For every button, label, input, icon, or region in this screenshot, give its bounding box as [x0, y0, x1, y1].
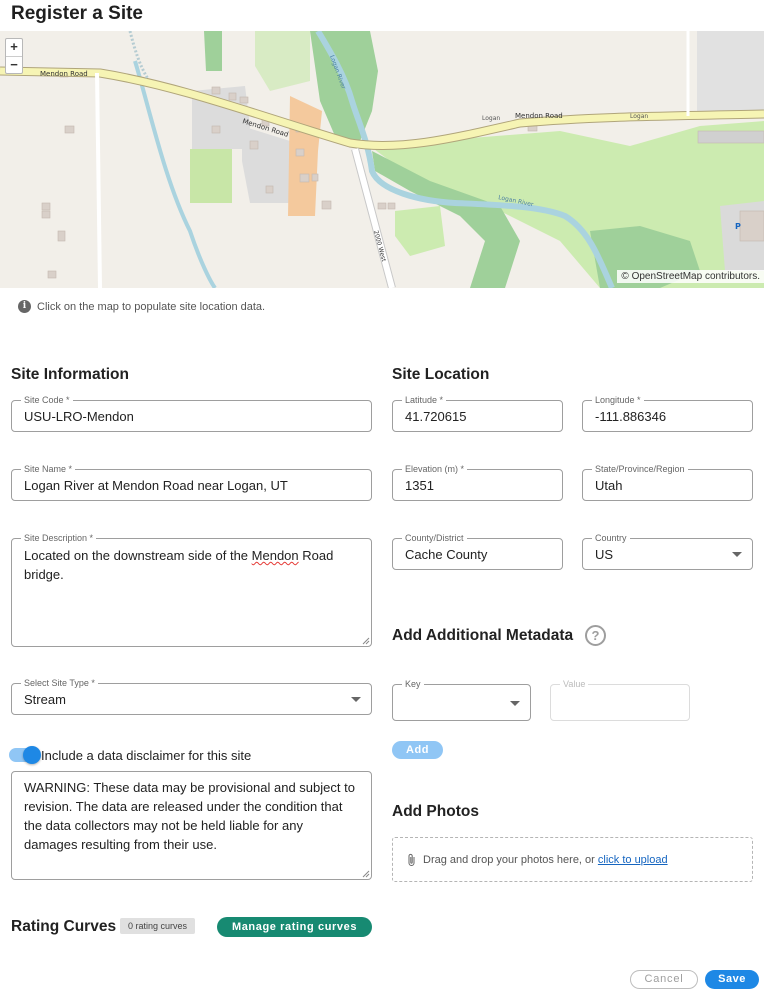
- page-title: Register a Site: [11, 3, 143, 24]
- disclaimer-textarea[interactable]: WARNING: These data may be provisional a…: [11, 771, 372, 880]
- metadata-heading: Add Additional Metadata: [392, 627, 574, 644]
- dropzone-text: Drag and drop your photos here, or: [423, 853, 598, 866]
- map-hint: i Click on the map to populate site loca…: [18, 300, 265, 313]
- zoom-out-button[interactable]: −: [6, 56, 22, 73]
- map-attribution: © OpenStreetMap contributors.: [617, 270, 764, 283]
- site-location-heading: Site Location: [392, 366, 490, 383]
- paperclip-icon: [408, 853, 415, 866]
- disclaimer-toggle-label: Include a data disclaimer for this site: [41, 748, 252, 763]
- toggle-knob: [23, 746, 41, 764]
- cancel-button[interactable]: Cancel: [630, 970, 698, 989]
- longitude-value[interactable]: -111.886346: [595, 401, 740, 431]
- site-type-select[interactable]: Select Site Type * Stream: [11, 678, 372, 715]
- disclaimer-toggle[interactable]: [9, 746, 41, 764]
- site-description-field[interactable]: Site Description * Located on the downst…: [11, 533, 372, 647]
- country-value: US: [595, 546, 614, 562]
- state-value[interactable]: Utah: [595, 470, 740, 500]
- rating-curves-heading: Rating Curves: [11, 918, 117, 935]
- chevron-down-icon: [732, 552, 742, 557]
- country-select[interactable]: Country US: [582, 533, 753, 570]
- save-button[interactable]: Save: [705, 970, 759, 989]
- resize-handle-icon[interactable]: [362, 870, 370, 878]
- county-field[interactable]: County/District Cache County: [392, 533, 563, 570]
- map-hint-text: Click on the map to populate site locati…: [37, 300, 266, 313]
- map-label: Logan: [482, 115, 500, 122]
- site-information-heading: Site Information: [11, 366, 129, 383]
- site-map[interactable]: Mendon Road Mendon Road Mendon Road Loga…: [0, 31, 764, 288]
- add-metadata-button[interactable]: Add: [392, 741, 443, 759]
- latitude-field[interactable]: Latitude * 41.720615: [392, 395, 563, 432]
- photos-heading: Add Photos: [392, 803, 479, 820]
- map-park: [190, 149, 232, 203]
- upload-link[interactable]: click to upload: [598, 854, 668, 866]
- info-icon: i: [18, 300, 31, 313]
- chevron-down-icon: [510, 700, 520, 706]
- photo-dropzone[interactable]: Drag and drop your photos here, or click…: [392, 837, 753, 882]
- state-field[interactable]: State/Province/Region Utah: [582, 464, 753, 501]
- site-name-field[interactable]: Site Name * Logan River at Mendon Road n…: [11, 464, 372, 501]
- site-code-field[interactable]: Site Code * USU-LRO-Mendon: [11, 395, 372, 432]
- metadata-key-select[interactable]: Key: [392, 679, 531, 721]
- map-parking: [697, 31, 764, 111]
- site-type-value: Stream: [24, 691, 66, 707]
- site-description-value[interactable]: Located on the downstream side of the Me…: [24, 546, 359, 584]
- elevation-field[interactable]: Elevation (m) * 1351: [392, 464, 563, 501]
- site-code-value[interactable]: USU-LRO-Mendon: [24, 401, 359, 431]
- manage-rating-curves-button[interactable]: Manage rating curves: [217, 917, 372, 937]
- disclaimer-text[interactable]: WARNING: These data may be provisional a…: [24, 778, 359, 854]
- site-name-value[interactable]: Logan River at Mendon Road near Logan, U…: [24, 470, 359, 500]
- latitude-value[interactable]: 41.720615: [405, 401, 550, 431]
- map-woods: [204, 31, 222, 71]
- rating-curves-count-badge: 0 rating curves: [120, 918, 196, 934]
- map-label: Mendon Road: [40, 70, 88, 78]
- elevation-value[interactable]: 1351: [405, 470, 550, 500]
- county-value[interactable]: Cache County: [405, 539, 550, 569]
- map-label: Logan: [630, 113, 648, 120]
- longitude-field[interactable]: Longitude * -111.886346: [582, 395, 753, 432]
- svg-text:P: P: [735, 222, 741, 231]
- chevron-down-icon: [351, 697, 361, 702]
- resize-handle-icon[interactable]: [362, 637, 370, 645]
- help-icon[interactable]: ?: [585, 625, 606, 646]
- map-label: Mendon Road: [515, 112, 563, 120]
- map-tiles[interactable]: Mendon Road Mendon Road Mendon Road Loga…: [0, 31, 764, 288]
- zoom-in-button[interactable]: +: [6, 39, 22, 56]
- map-zoom-control: + −: [5, 38, 23, 74]
- osm-link[interactable]: OpenStreetMap: [632, 271, 703, 282]
- metadata-value-field[interactable]: Value: [550, 679, 690, 721]
